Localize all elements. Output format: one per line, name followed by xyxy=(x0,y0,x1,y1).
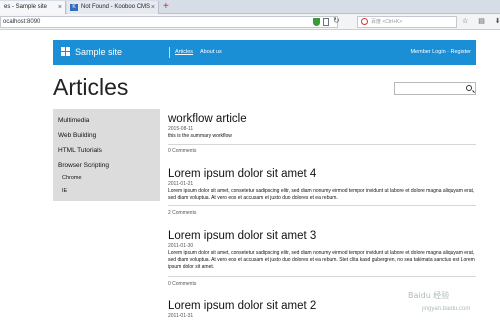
sidebar-item-multimedia[interactable]: Multimedia xyxy=(58,116,89,125)
nav-link-articles[interactable]: Articles xyxy=(175,48,193,56)
tab-label: es - Sample site xyxy=(4,4,48,10)
article-summary: Lorem ipsum dolor sit amet, consetetur s… xyxy=(168,188,475,201)
nav-link-about-us[interactable]: About us xyxy=(200,48,222,56)
article-separator xyxy=(168,276,476,277)
address-bar[interactable]: ocalhost:8090 xyxy=(0,16,338,28)
article-comments-link[interactable]: 0 Comments xyxy=(168,281,196,288)
article-comments-link[interactable]: 0 Comments xyxy=(168,148,196,155)
browser-tab-bar: es - Sample site × K Not Found - Kooboo … xyxy=(0,0,500,14)
search-placeholder: 百度 <Ctrl+K> xyxy=(371,19,403,25)
article-summary: this is the summary workflow xyxy=(168,133,232,139)
member-login-register[interactable]: Member Login · Register xyxy=(410,48,471,56)
browser-nav-bar: ocalhost:8090 ↻ 百度 <Ctrl+K> ☆ ▤ ⬇ ⌂ xyxy=(0,14,500,30)
page-icon[interactable] xyxy=(323,18,329,26)
toolbar-icons[interactable]: ☆ ▤ ⬇ ⌂ xyxy=(462,17,500,25)
article-date: 2011-01-30 xyxy=(168,243,194,249)
article-title[interactable]: Lorem ipsum dolor sit amet 3 xyxy=(168,229,476,243)
article-item: workflow article 2015-08-11 this is the … xyxy=(168,112,476,154)
shield-icon[interactable] xyxy=(313,18,320,26)
close-tab-icon[interactable]: × xyxy=(58,1,62,14)
article-separator xyxy=(168,144,476,145)
article-summary: Lorem ipsum dolor sit amet, consetetur s… xyxy=(168,250,475,270)
site-search-input[interactable] xyxy=(394,82,476,95)
sidebar: Multimedia Web Building HTML Tutorials B… xyxy=(53,109,160,201)
site-title[interactable]: Sample site xyxy=(75,46,122,58)
search-icon[interactable] xyxy=(466,85,472,91)
page-title: Articles xyxy=(53,74,129,100)
browser-search-input[interactable]: 百度 <Ctrl+K> xyxy=(357,16,457,28)
logo-icon xyxy=(61,47,71,57)
baidu-watermark: Baidu 经验 xyxy=(408,291,450,300)
close-tab-icon[interactable]: × xyxy=(151,1,155,14)
article-title[interactable]: workflow article xyxy=(168,112,476,126)
new-tab-button[interactable]: + xyxy=(163,1,169,13)
sidebar-item-browser-scripting[interactable]: Browser Scripting xyxy=(58,161,109,170)
sidebar-subitem-ie[interactable]: IE xyxy=(62,187,67,195)
header-divider xyxy=(169,47,170,58)
article-date: 2011-01-21 xyxy=(168,181,194,187)
article-title[interactable]: Lorem ipsum dolor sit amet 4 xyxy=(168,167,476,181)
baidu-watermark-url: jingyan.baidu.com xyxy=(422,306,471,312)
sidebar-item-web-building[interactable]: Web Building xyxy=(58,131,96,140)
reload-icon[interactable]: ↻ xyxy=(333,16,340,25)
kooboo-favicon-icon: K xyxy=(70,4,78,11)
baidu-search-icon xyxy=(361,18,368,25)
article-date: 2015-08-11 xyxy=(168,126,194,132)
sidebar-item-html-tutorials[interactable]: HTML Tutorials xyxy=(58,146,102,155)
site-header: Sample site Articles About us Member Log… xyxy=(53,40,476,65)
article-item: Lorem ipsum dolor sit amet 4 2011-01-21 … xyxy=(168,167,476,216)
article-date: 2011-01-31 xyxy=(168,313,194,319)
tab-not-found[interactable]: K Not Found - Kooboo CMS × xyxy=(67,1,159,14)
article-separator xyxy=(168,205,476,206)
sidebar-subitem-chrome[interactable]: Chrome xyxy=(62,174,82,182)
article-comments-link[interactable]: 2 Comments xyxy=(168,210,196,217)
tab-sample-site[interactable]: es - Sample site × xyxy=(0,1,66,14)
article-item: Lorem ipsum dolor sit amet 3 2011-01-30 … xyxy=(168,229,476,287)
tab-label: Not Found - Kooboo CMS xyxy=(81,4,151,10)
